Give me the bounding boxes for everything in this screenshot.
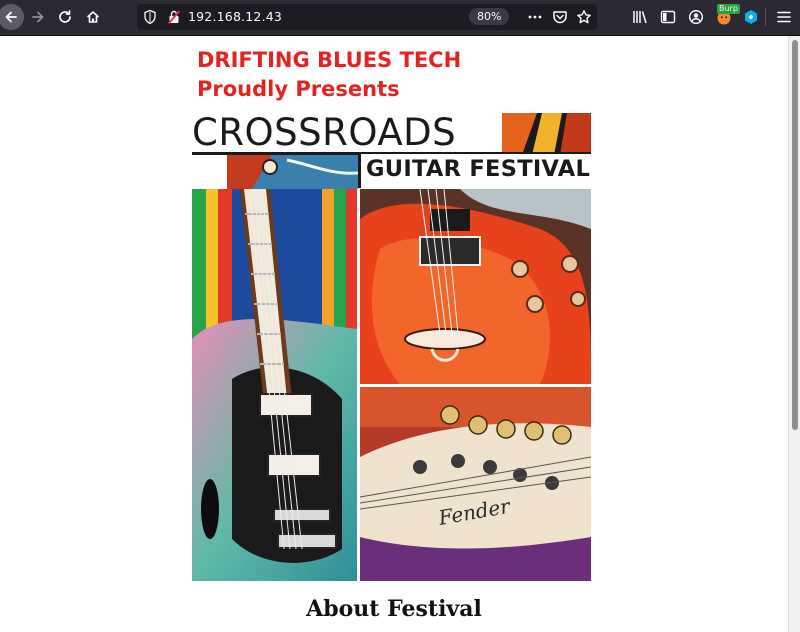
shield-icon[interactable] — [143, 9, 157, 25]
vertical-scrollbar[interactable] — [788, 36, 800, 632]
bookmark-star-icon — [577, 10, 591, 24]
red-guitar-panel — [360, 189, 591, 384]
poster-title: CROSSROADS — [192, 111, 457, 154]
sidebar-icon — [660, 10, 676, 24]
browser-toolbar: 192.168.12.43 80% Burp — [0, 0, 800, 36]
fender-headstock-panel: Fender — [360, 387, 591, 581]
page-heading: About Festival — [306, 596, 482, 622]
menu-icon — [777, 11, 791, 23]
back-arrow-icon — [5, 11, 17, 23]
account-icon — [688, 9, 704, 25]
forward-arrow-icon — [32, 11, 44, 23]
extension-icon — [745, 10, 757, 24]
insecure-lock-icon[interactable] — [167, 9, 181, 25]
account-button[interactable] — [688, 9, 704, 25]
zoom-indicator[interactable]: 80% — [469, 8, 510, 25]
page-actions-button[interactable] — [527, 9, 543, 25]
more-icon — [528, 15, 542, 19]
pocket-icon — [553, 11, 567, 24]
festival-poster: DRIFTING BLUES TECH Proudly Presents CRO… — [192, 40, 591, 581]
toolbar-divider — [765, 8, 766, 26]
library-button[interactable] — [632, 9, 648, 25]
home-icon — [86, 11, 100, 23]
home-button[interactable] — [80, 4, 106, 30]
bookmark-button[interactable] — [576, 9, 592, 25]
subtitle-box: GUITAR FESTIVAL — [358, 154, 591, 188]
back-button[interactable] — [0, 4, 24, 30]
scrollbar-thumb[interactable] — [792, 40, 798, 430]
url-text[interactable]: 192.168.12.43 — [188, 9, 282, 24]
reload-button[interactable] — [52, 4, 78, 30]
sidebar-button[interactable] — [660, 9, 676, 25]
guitar-neck-panel — [192, 189, 357, 581]
app-menu-button[interactable] — [776, 9, 792, 25]
poster-subtitle: GUITAR FESTIVAL — [366, 156, 591, 182]
guitar-strip-graphic — [192, 155, 358, 189]
extension-button[interactable] — [743, 9, 759, 25]
library-icon — [633, 11, 647, 24]
title-strip-graphic — [502, 113, 591, 155]
pocket-button[interactable] — [552, 9, 568, 25]
url-bar[interactable]: 192.168.12.43 80% — [137, 4, 597, 30]
burp-badge: Burp — [717, 4, 740, 14]
presenter-line-2: Proudly Presents — [197, 77, 400, 101]
presenter-line-1: DRIFTING BLUES TECH — [197, 48, 462, 72]
forward-button[interactable] — [25, 4, 51, 30]
reload-icon — [59, 10, 71, 23]
